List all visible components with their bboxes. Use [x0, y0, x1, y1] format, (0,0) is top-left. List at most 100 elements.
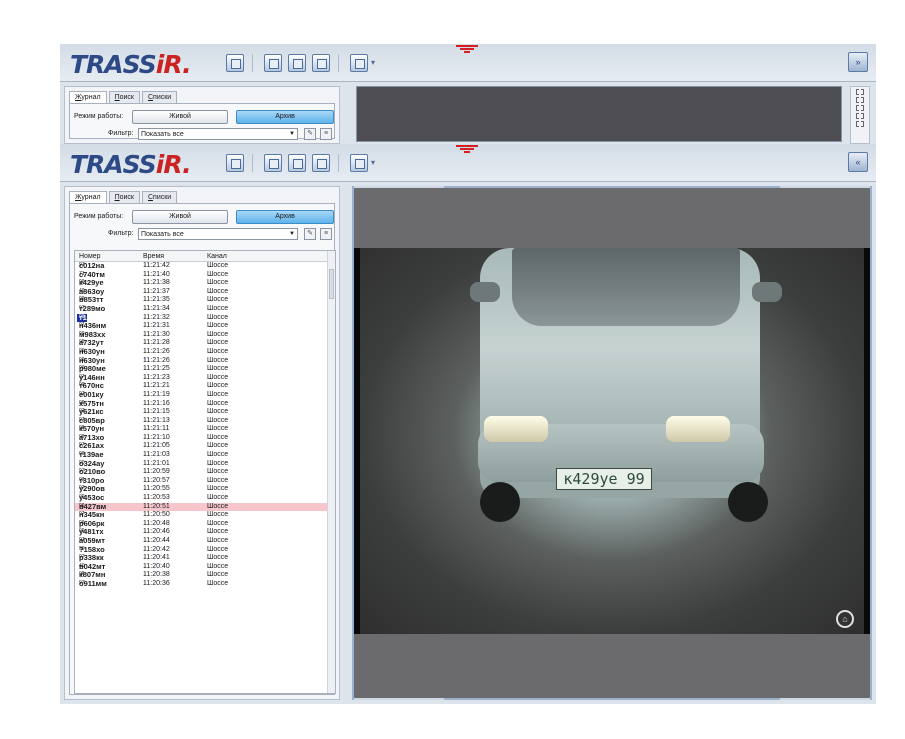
- table-row[interactable]: с805вр 97 ↓ 11:21:13 Шоссе: [75, 416, 335, 426]
- trassir-logo: TRASSiR.: [70, 150, 192, 179]
- toolbar: TRASSiR. ▾ «: [60, 144, 876, 182]
- table-row[interactable]: с740тм 71 ↓ 11:21:40 Шоссе: [75, 270, 335, 280]
- list-icon[interactable]: [288, 54, 306, 72]
- journal-panel: Режим работы: Живой Архив Фильтр: Показа…: [69, 103, 335, 140]
- table-row[interactable]: к429уе 99 ↓ 11:21:38 Шоссе: [75, 279, 335, 288]
- toolbar: TRASSiR. ▾ »: [60, 44, 876, 82]
- filter-label: Фильтр:: [108, 230, 134, 237]
- edit-filter-icon[interactable]: ✎: [304, 128, 316, 140]
- scroll-thumb[interactable]: [329, 269, 334, 299]
- car-wheel: [728, 482, 768, 522]
- drag-handle-icon[interactable]: [456, 44, 478, 54]
- image-icon[interactable]: [312, 154, 330, 172]
- archive-button[interactable]: Архив: [236, 210, 334, 224]
- table-row[interactable]: у481тх 99 ↓ 11:20:46 Шоссе: [75, 528, 335, 537]
- tab-lists[interactable]: Списки: [141, 91, 178, 103]
- image-icon[interactable]: [312, 54, 330, 72]
- car-mirror: [752, 282, 782, 302]
- table-row[interactable]: о210во 97 ↓ 11:20:59 Шоссе: [75, 468, 335, 477]
- camera-frame[interactable]: к429уе 99 ⌂: [354, 248, 870, 634]
- list-icon[interactable]: [288, 154, 306, 172]
- channel-name: Шоссе: [207, 459, 229, 467]
- camera-logo-icon: ⌂: [836, 610, 854, 628]
- journal-icon[interactable]: [226, 154, 244, 172]
- vertical-scrollbar[interactable]: [327, 251, 335, 693]
- table-row[interactable]: т310ро 99 ↓ 11:20:57 Шоссе: [75, 476, 335, 486]
- table-row[interactable]: т289мо 97 ↓ 11:21:34 Шоссе: [75, 304, 335, 314]
- table-row[interactable]: т139ае 99 ↓ 11:21:03 Шоссе: [75, 450, 335, 460]
- table-row[interactable]: н436нм 97 ↓ 11:21:31 Шоссе: [75, 322, 335, 331]
- edit-filter-icon[interactable]: ✎: [304, 228, 316, 240]
- tab-journal[interactable]: Журнал: [69, 91, 107, 103]
- table-row[interactable]: у453ос 99 ↓ 11:20:53 Шоссе: [75, 493, 335, 503]
- plates-table[interactable]: Номер Время Канал с012на 97 ↓ 11:21:42 Шоссе…: [74, 250, 336, 694]
- channel-name: Шоссе: [207, 365, 229, 373]
- tab-lists[interactable]: Списки: [141, 191, 178, 203]
- channel-name: Шоссе: [207, 339, 229, 347]
- table-row[interactable]: н345кн 97 ↓ 11:20:50 Шоссе: [75, 511, 335, 520]
- table-row[interactable]: р980ме 99 ↓ 11:21:25 Шоссе: [75, 365, 335, 374]
- archive-button[interactable]: Архив: [236, 110, 334, 124]
- table-row[interactable]: в427вм 99 ↓ 11:20:51 Шоссе: [75, 502, 335, 512]
- camera-panel-icon[interactable]: «: [848, 152, 868, 172]
- channel-name: Шоссе: [207, 425, 229, 433]
- table-row[interactable]: е001ку 97 ↓ 11:21:19 Шоссе: [75, 390, 335, 400]
- table-row[interactable]: р338кк 97 ↓ 11:20:41 Шоссе: [75, 554, 335, 563]
- database-icon[interactable]: ≡: [320, 228, 332, 240]
- table-row[interactable]: ?158хо 99 ↓ 11:20:42 Шоссе: [75, 545, 335, 555]
- tab-search[interactable]: Поиск: [108, 91, 140, 103]
- filter-select[interactable]: Показать все ▼: [138, 228, 298, 240]
- live-button[interactable]: Живой: [132, 110, 228, 124]
- column-number[interactable]: Номер: [79, 253, 101, 260]
- tab-search[interactable]: Поиск: [108, 191, 140, 203]
- table-row[interactable]: а863оу 40 ↓ 11:21:37 Шоссе: [75, 287, 335, 297]
- table-row[interactable]: н630ун 99 ↑ 11:21:26 Шоссе: [75, 356, 335, 366]
- table-row[interactable]: с261ах 97 ↓ 11:21:05 Шоссе: [75, 442, 335, 451]
- journal-icon[interactable]: [226, 54, 244, 72]
- table-row[interactable]: а732ут 99 ↓ 11:21:28 Шоссе: [75, 339, 335, 348]
- database-icon[interactable]: ≡: [320, 128, 332, 140]
- mode-label: Режим работы:: [74, 113, 124, 120]
- table-row[interactable]: х575тн 99 ↓ 11:21:16 Шоссе: [75, 399, 335, 409]
- tab-journal[interactable]: Журнал: [69, 191, 107, 203]
- table-row[interactable]: а713хо 99 ↓ 11:21:10 Шоссе: [75, 433, 335, 443]
- table-row[interactable]: с012на 97 ↓ 11:21:42 Шоссе: [75, 261, 335, 271]
- camera-panel-icon[interactable]: »: [848, 52, 868, 72]
- table-row[interactable]: в853тт 99 ↓ 11:21:35 Шоссе: [75, 296, 335, 305]
- filter-select[interactable]: Показать все ▼: [138, 128, 298, 140]
- channel-name: Шоссе: [207, 373, 229, 381]
- table-row[interactable]: т670нс 90 ↓ 11:21:21 Шоссе: [75, 382, 335, 391]
- channel-name: Шоссе: [207, 382, 229, 390]
- table-row[interactable]: т1324 99 ↓ 11:21:32 Шоссе: [75, 313, 335, 323]
- edit-icon[interactable]: [264, 154, 282, 172]
- table-row[interactable]: у146нн 97 ↓ 11:21:23 Шоссе: [75, 373, 335, 383]
- table-row[interactable]: о911мм 97 ↓ 11:20:36 Шоссе: [75, 579, 335, 589]
- column-time[interactable]: Время: [143, 253, 164, 260]
- table-row[interactable]: в042мт 40 ↓ 11:20:40 Шоссе: [75, 562, 335, 572]
- channel-name: Шоссе: [207, 262, 229, 269]
- table-row[interactable]: у290ов 97 ↓ 11:20:55 Шоссе: [75, 485, 335, 494]
- table-row[interactable]: к807мн 99 ↓ 11:20:38 Шоссе: [75, 571, 335, 580]
- video-view[interactable]: [356, 86, 842, 142]
- video-view[interactable]: к429уе 99 ⌂: [352, 186, 872, 700]
- layout-icon[interactable]: [350, 54, 368, 72]
- table-row[interactable]: у621кс 97 ↓ 11:21:15 Шоссе: [75, 407, 335, 417]
- table-row[interactable]: к570ун 99 ↓ 11:21:11 Шоссе: [75, 425, 335, 434]
- drag-handle-icon[interactable]: [456, 144, 478, 154]
- table-row[interactable]: м983хх 99 ↓ 11:21:30 Шоссе: [75, 330, 335, 340]
- channel-name: Шоссе: [207, 322, 229, 330]
- chevron-down-icon[interactable]: ▾: [371, 58, 375, 67]
- channel-name: Шоссе: [207, 554, 229, 562]
- edit-icon[interactable]: [264, 54, 282, 72]
- layout-icon[interactable]: [350, 154, 368, 172]
- column-channel[interactable]: Канал: [207, 253, 227, 260]
- channel-name: Шоссе: [207, 476, 229, 484]
- table-row[interactable]: н630ун 99 ↓ 11:21:26 Шоссе: [75, 347, 335, 357]
- layout-strip[interactable]: [850, 86, 870, 144]
- table-row[interactable]: р606рк 99 ↓ 11:20:48 Шоссе: [75, 519, 335, 529]
- chevron-down-icon[interactable]: ▾: [371, 158, 375, 167]
- channel-name: Шоссе: [207, 511, 229, 519]
- live-button[interactable]: Живой: [132, 210, 228, 224]
- table-row[interactable]: о324ау 90 ↓ 11:21:01 Шоссе: [75, 459, 335, 469]
- table-row[interactable]: а059мт 97 ↓ 11:20:44 Шоссе: [75, 536, 335, 546]
